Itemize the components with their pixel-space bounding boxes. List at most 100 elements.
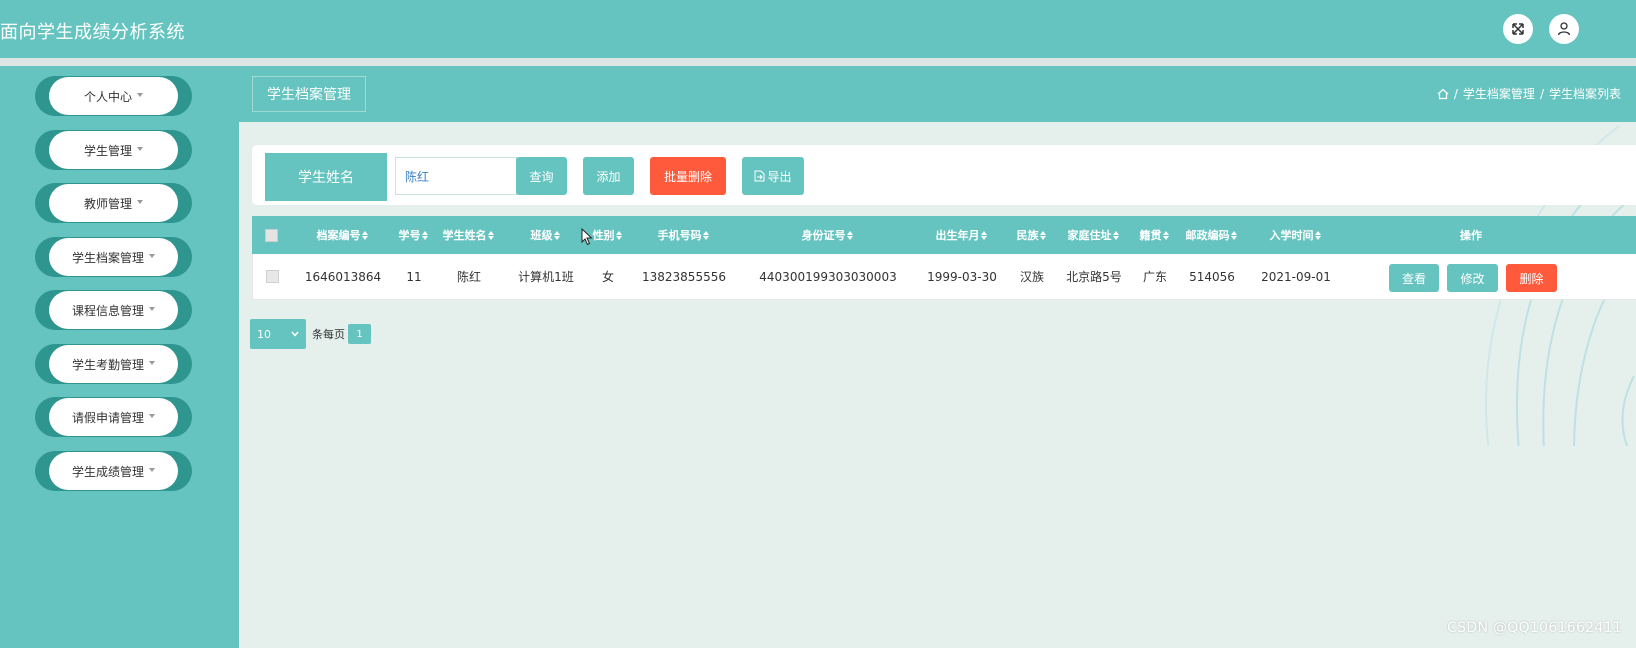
breadcrumb-separator: / (1453, 86, 1458, 101)
column-header[interactable]: 学号 (394, 216, 432, 254)
sort-icon[interactable] (1039, 230, 1046, 240)
page-tag[interactable]: 学生档案管理 (252, 76, 366, 112)
caret-down-icon (149, 254, 155, 258)
sort-icon[interactable] (487, 230, 494, 240)
batch-delete-button[interactable]: 批量删除 (650, 157, 726, 195)
export-button[interactable]: 导出 (742, 157, 804, 195)
breadcrumb-level1[interactable]: 学生档案管理 (1463, 85, 1535, 102)
select-all-checkbox[interactable] (264, 228, 278, 242)
caret-down-icon (137, 147, 143, 151)
sidebar: 个人中心 学生管理 教师管理 学生档案管理 课程信息管理 学生考勤管理 请假申请… (0, 66, 239, 648)
sidebar-item-student-management[interactable]: 学生管理 (35, 130, 192, 170)
table-cell: 1999-03-30 (927, 269, 997, 284)
pagination: 10 条每页 1 (250, 319, 371, 349)
sidebar-item-attendance[interactable]: 学生考勤管理 (35, 344, 192, 384)
sort-icon[interactable] (1314, 230, 1321, 240)
sort-icon[interactable] (1162, 230, 1169, 240)
column-header[interactable]: 家庭住址 (1056, 216, 1130, 254)
watermark: CSDN @QQ1061662411 (1447, 620, 1622, 636)
breadcrumb-bar: 学生档案管理 / 学生档案管理 / 学生档案列表 (239, 66, 1636, 122)
table-cell: 女 (601, 270, 614, 284)
chevron-down-icon (291, 331, 299, 337)
header-select-cell (252, 216, 290, 254)
sidebar-item-label: 个人中心 (83, 89, 132, 104)
page-number-current[interactable]: 1 (348, 324, 371, 344)
table-cell: 广东 (1142, 270, 1167, 284)
sort-icon[interactable] (421, 230, 428, 240)
sort-icon[interactable] (1112, 230, 1119, 240)
add-button[interactable]: 添加 (583, 157, 634, 195)
student-name-input[interactable] (395, 157, 517, 195)
table-header: 档案编号 学号 学生姓名 班级 性别 手机号码 身份证号 出生年月 民族 家庭住… (252, 216, 1636, 254)
column-header[interactable]: 出生年月 (916, 216, 1006, 254)
user-icon (1557, 22, 1571, 36)
view-button[interactable]: 查看 (1389, 264, 1439, 292)
table-cell: 汉族 (1019, 270, 1044, 284)
sidebar-item-leave-request[interactable]: 请假申请管理 (35, 397, 192, 437)
table-cell: 北京路5号 (1066, 270, 1122, 284)
home-icon[interactable] (1437, 88, 1449, 100)
sort-icon[interactable] (980, 230, 987, 240)
sort-icon[interactable] (615, 230, 622, 240)
column-header[interactable]: 邮政编码 (1178, 216, 1244, 254)
sidebar-item-course-info[interactable]: 课程信息管理 (35, 290, 192, 330)
sort-icon[interactable] (846, 230, 853, 240)
sidebar-item-label: 请假申请管理 (71, 410, 144, 425)
search-panel: 学生姓名 查询 添加 批量删除 导出 (252, 145, 1636, 205)
per-page-label: 条每页 (312, 328, 345, 341)
top-bar: 面向学生成绩分析系统 (0, 0, 1636, 58)
row-checkbox[interactable] (265, 270, 279, 283)
table-cell: 11 (406, 269, 422, 284)
sidebar-item-personal-center[interactable]: 个人中心 (35, 76, 192, 116)
column-header[interactable]: 班级 (504, 216, 586, 254)
sidebar-item-teacher-management[interactable]: 教师管理 (35, 183, 192, 223)
breadcrumb-level2: 学生档案列表 (1548, 87, 1621, 101)
column-header[interactable]: 档案编号 (290, 216, 394, 254)
mouse-cursor-icon (581, 228, 593, 246)
table-cell: 1646013864 (304, 269, 382, 284)
caret-down-icon (137, 93, 143, 97)
caret-down-icon (149, 361, 155, 365)
top-divider-strip (0, 58, 1636, 66)
sidebar-item-label: 课程信息管理 (71, 303, 144, 318)
search-label: 学生姓名 (265, 153, 387, 201)
table-cell: 2021-09-01 (1261, 269, 1331, 284)
table-cell: 计算机1班 (518, 270, 574, 284)
table-cell: 13823855556 (642, 269, 726, 284)
sidebar-item-grades[interactable]: 学生成绩管理 (35, 451, 192, 491)
page-size-select[interactable]: 10 (250, 319, 306, 349)
row-select-cell (253, 254, 291, 299)
sort-icon[interactable] (702, 230, 709, 240)
fullscreen-button[interactable] (1503, 14, 1533, 44)
sidebar-item-label: 学生管理 (83, 143, 132, 158)
caret-down-icon (149, 414, 155, 418)
column-header[interactable]: 学生姓名 (432, 216, 504, 254)
delete-button[interactable]: 删除 (1506, 264, 1557, 292)
sort-icon[interactable] (361, 230, 368, 240)
sidebar-item-label: 学生成绩管理 (71, 464, 144, 479)
column-header[interactable]: 籍贯 (1130, 216, 1178, 254)
column-header[interactable]: 身份证号 (738, 216, 916, 254)
breadcrumb-separator: / (1539, 86, 1544, 101)
table-cell: 440300199303030003 (759, 269, 897, 284)
sort-icon[interactable] (553, 230, 560, 240)
caret-down-icon (137, 200, 143, 204)
breadcrumb: / 学生档案管理 / 学生档案列表 (1437, 85, 1621, 102)
table-cell: 陈红 (456, 270, 481, 284)
user-button[interactable] (1549, 14, 1579, 44)
page-size-value: 10 (257, 327, 271, 341)
sidebar-item-student-archive[interactable]: 学生档案管理 (35, 237, 192, 277)
sidebar-item-label: 学生档案管理 (71, 250, 144, 265)
sort-icon[interactable] (1230, 230, 1237, 240)
caret-down-icon (149, 307, 155, 311)
sidebar-item-label: 教师管理 (83, 196, 132, 211)
column-header-actions: 操作 (1460, 229, 1482, 242)
column-header[interactable]: 手机号码 (628, 216, 738, 254)
export-icon (754, 170, 765, 182)
caret-down-icon (149, 468, 155, 472)
column-header[interactable]: 入学时间 (1244, 216, 1346, 254)
query-button[interactable]: 查询 (516, 157, 567, 195)
edit-button[interactable]: 修改 (1447, 264, 1498, 292)
main-content: 学生档案管理 / 学生档案管理 / 学生档案列表 学生姓名 查询 添加 批量删除… (239, 66, 1636, 648)
column-header[interactable]: 民族 (1006, 216, 1056, 254)
